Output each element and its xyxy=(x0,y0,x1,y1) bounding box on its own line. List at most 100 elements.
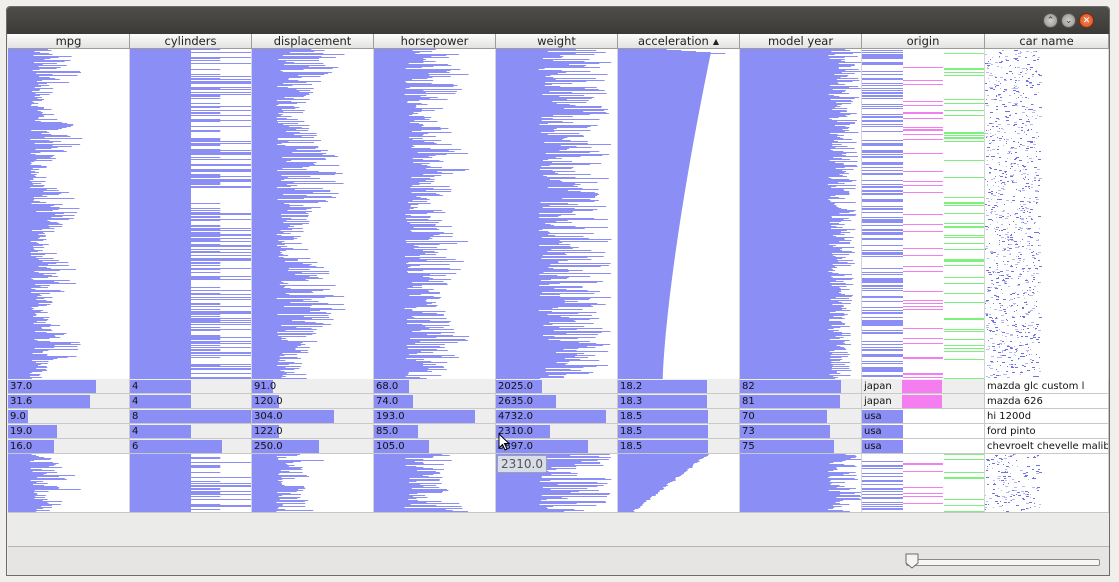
column-header-displacement[interactable]: displacement xyxy=(252,34,374,49)
cell-value: mazda 626 xyxy=(987,396,1043,407)
cell-value: hi 1200d xyxy=(987,411,1032,422)
value-bar xyxy=(130,395,191,408)
cell-mpg[interactable]: 16.0 xyxy=(8,439,130,454)
cell-acceleration[interactable]: 18.5 xyxy=(618,439,740,454)
cell-mpg[interactable]: 19.0 xyxy=(8,424,130,439)
cell-cylinders[interactable]: 4 xyxy=(130,424,252,439)
column-header-origin[interactable]: origin xyxy=(862,34,985,49)
column-header-model-year[interactable]: model year xyxy=(740,34,862,49)
column-header-car-name[interactable]: car name xyxy=(985,34,1109,49)
cell-mpg[interactable]: 9.0 xyxy=(8,409,130,424)
cell-displacement[interactable]: 120.0 xyxy=(252,394,374,409)
column-header-row: mpg cylinders displacement horsepower weight… xyxy=(8,34,1109,49)
value-bar xyxy=(740,380,841,393)
cell-value: 2025.0 xyxy=(498,381,533,392)
cell-value: usa xyxy=(864,411,882,422)
cell-horsepower[interactable]: 68.0 xyxy=(374,379,496,394)
cell-car-name[interactable]: ford pinto xyxy=(985,424,1109,439)
cell-model-year[interactable]: 73 xyxy=(740,424,862,439)
cell-displacement[interactable]: 122.0 xyxy=(252,424,374,439)
cell-horsepower[interactable]: 193.0 xyxy=(374,409,496,424)
cell-car-name[interactable]: hi 1200d xyxy=(985,409,1109,424)
cell-value: usa xyxy=(864,426,882,437)
cell-model-year[interactable]: 75 xyxy=(740,439,862,454)
column-header-label: acceleration xyxy=(638,34,709,48)
cell-weight[interactable]: 4732.0 xyxy=(496,409,618,424)
cell-value: 91.0 xyxy=(254,381,277,392)
cell-origin[interactable]: usa xyxy=(862,424,985,439)
empty-area xyxy=(8,512,1109,547)
zoom-slider-track[interactable] xyxy=(906,559,1100,566)
cell-value: mazda glc custom l xyxy=(987,381,1085,392)
value-bar xyxy=(130,425,191,438)
cell-cylinders[interactable]: 6 xyxy=(130,439,252,454)
column-header-label: origin xyxy=(906,34,940,48)
table-row[interactable]: 16.0 6 250.0 105.0 3897.0 18.5 75 usa chevroelt … xyxy=(8,439,1109,454)
table-row[interactable]: 37.0 4 91.0 68.0 2025.0 18.2 82 japan mazda glc … xyxy=(8,379,1109,394)
cell-value: usa xyxy=(864,441,882,452)
cell-cylinders[interactable]: 4 xyxy=(130,379,252,394)
cell-displacement[interactable]: 91.0 xyxy=(252,379,374,394)
column-header-mpg[interactable]: mpg xyxy=(8,34,130,49)
close-icon[interactable]: ✕ xyxy=(1079,13,1094,28)
origin-swatch xyxy=(902,395,942,408)
cell-car-name[interactable]: mazda glc custom l xyxy=(985,379,1109,394)
cell-origin[interactable]: japan xyxy=(862,394,985,409)
cell-value: 74.0 xyxy=(376,396,399,407)
cell-horsepower[interactable]: 74.0 xyxy=(374,394,496,409)
zoom-slider-thumb[interactable] xyxy=(905,553,919,569)
cell-value: 250.0 xyxy=(254,441,283,452)
cell-acceleration[interactable]: 18.5 xyxy=(618,409,740,424)
cell-value: 8 xyxy=(132,411,139,422)
cell-origin[interactable]: usa xyxy=(862,439,985,454)
cell-weight[interactable]: 2310.0 xyxy=(496,424,618,439)
column-header-cylinders[interactable]: cylinders xyxy=(130,34,252,49)
cell-mpg[interactable]: 37.0 xyxy=(8,379,130,394)
cell-value: 18.5 xyxy=(620,441,643,452)
column-header-acceleration[interactable]: acceleration ▲ xyxy=(618,34,740,49)
cell-horsepower[interactable]: 85.0 xyxy=(374,424,496,439)
column-header-horsepower[interactable]: horsepower xyxy=(374,34,496,49)
column-header-label: horsepower xyxy=(400,34,469,48)
origin-swatch xyxy=(902,380,942,393)
cell-weight[interactable]: 3897.0 xyxy=(496,439,618,454)
table-row[interactable]: 31.6 4 120.0 74.0 2635.0 18.3 81 japan mazda 626 xyxy=(8,394,1109,409)
cell-acceleration[interactable]: 18.5 xyxy=(618,424,740,439)
cell-origin[interactable]: usa xyxy=(862,409,985,424)
cell-model-year[interactable]: 82 xyxy=(740,379,862,394)
cell-acceleration[interactable]: 18.3 xyxy=(618,394,740,409)
minimize-icon[interactable]: ⌃ xyxy=(1043,13,1058,28)
cell-weight[interactable]: 2635.0 xyxy=(496,394,618,409)
table-row[interactable]: 19.0 4 122.0 85.0 2310.0 18.5 73 usa ford pinto xyxy=(8,424,1109,439)
table-lens[interactable]: mpg cylinders displacement horsepower weight… xyxy=(8,34,1109,512)
cell-value: 6 xyxy=(132,441,139,452)
cell-value: 2635.0 xyxy=(498,396,533,407)
cell-mpg[interactable]: 31.6 xyxy=(8,394,130,409)
cell-displacement[interactable]: 304.0 xyxy=(252,409,374,424)
tooltip-text: 2310.0 xyxy=(501,457,543,471)
cell-model-year[interactable]: 70 xyxy=(740,409,862,424)
cell-horsepower[interactable]: 105.0 xyxy=(374,439,496,454)
cell-weight[interactable]: 2025.0 xyxy=(496,379,618,394)
maximize-icon[interactable]: ⌄ xyxy=(1061,13,1076,28)
cell-model-year[interactable]: 81 xyxy=(740,394,862,409)
cell-cylinders[interactable]: 4 xyxy=(130,394,252,409)
cell-value: 75 xyxy=(742,441,755,452)
cell-value: 18.5 xyxy=(620,426,643,437)
cell-cylinders[interactable]: 8 xyxy=(130,409,252,424)
cell-car-name[interactable]: chevroelt chevelle malibu xyxy=(985,439,1109,454)
cell-value: 73 xyxy=(742,426,755,437)
value-bar xyxy=(130,380,191,393)
column-header-weight[interactable]: weight xyxy=(496,34,618,49)
cell-displacement[interactable]: 250.0 xyxy=(252,439,374,454)
title-bar[interactable]: ⌃ ⌄ ✕ xyxy=(7,7,1109,34)
table-row[interactable]: 9.0 8 304.0 193.0 4732.0 18.5 70 usa hi 1200d xyxy=(8,409,1109,424)
cell-origin[interactable]: japan xyxy=(862,379,985,394)
column-header-label: cylinders xyxy=(164,34,217,48)
cell-car-name[interactable]: mazda 626 xyxy=(985,394,1109,409)
cell-value: 120.0 xyxy=(254,396,283,407)
value-bar xyxy=(130,440,222,453)
cell-acceleration[interactable]: 18.2 xyxy=(618,379,740,394)
cell-value: 31.6 xyxy=(10,396,33,407)
cell-value: 18.5 xyxy=(620,411,643,422)
